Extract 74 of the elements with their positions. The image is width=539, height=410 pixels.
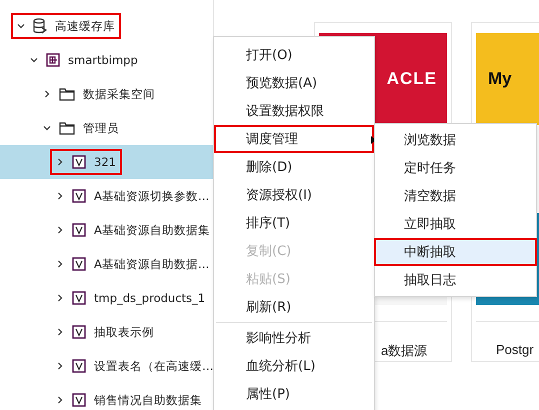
menu-item-label: 属性(P) — [246, 386, 290, 403]
menu-item-label: 粘贴(S) — [246, 271, 290, 288]
view-icon — [72, 223, 86, 237]
chevron-right-icon[interactable] — [56, 260, 64, 268]
menu-item-label: 排序(T) — [246, 215, 290, 232]
card-caption: Postgr — [476, 321, 539, 357]
view-icon — [72, 393, 86, 407]
chevron-right-icon[interactable] — [56, 294, 64, 302]
menu-item[interactable]: 预览数据(A) — [214, 69, 374, 97]
menu-item[interactable]: 排序(T) — [214, 209, 374, 237]
tree-item-label: 数据采集空间 — [83, 86, 155, 102]
chevron-down-icon[interactable] — [17, 22, 25, 30]
view-icon — [72, 155, 86, 169]
menu-item[interactable]: 删除(D) — [214, 153, 374, 181]
chevron-right-icon[interactable] — [56, 192, 64, 200]
chevron-right-icon[interactable] — [56, 328, 64, 336]
chevron-right-icon[interactable] — [43, 90, 51, 98]
tree-item[interactable]: 设置表名（在高速缓… — [0, 349, 213, 383]
menu-item-label: 删除(D) — [246, 159, 292, 176]
menu-item[interactable]: 资源授权(I) — [214, 181, 374, 209]
tree-item-label: 销售情况自助数据集 — [94, 392, 202, 408]
view-icon — [72, 325, 86, 339]
chevron-right-icon[interactable] — [56, 226, 64, 234]
menu-item-label: 预览数据(A) — [246, 75, 318, 92]
tree-item[interactable]: tmp_ds_products_1 — [0, 281, 213, 315]
tree-item[interactable]: A基础资源切换参数… — [0, 179, 213, 213]
tree-item-label: 抽取表示例 — [94, 324, 154, 340]
tree-item[interactable]: 高速缓存库 — [0, 9, 213, 43]
logo-text: My — [488, 69, 512, 89]
tree-item[interactable]: A基础资源自助数据集 — [0, 213, 213, 247]
menu-item[interactable]: 设置数据权限 — [214, 97, 374, 125]
menu-item[interactable]: 打开(O) — [214, 41, 374, 69]
view-icon — [72, 257, 86, 271]
tree-item[interactable]: 数据采集空间 — [0, 77, 213, 111]
view-icon — [72, 189, 86, 203]
chevron-right-icon[interactable] — [56, 158, 64, 166]
tree-item[interactable]: 抽取表示例 — [0, 315, 213, 349]
tree-item-label: A基础资源自助数据集 — [94, 222, 210, 238]
chevron-down-icon[interactable] — [30, 56, 38, 64]
menu-item-label: 血统分析(L) — [246, 358, 316, 375]
tree-item-label: 设置表名（在高速缓… — [94, 358, 213, 374]
view-icon — [72, 359, 86, 373]
tree-item[interactable]: 销售情况自助数据集 — [0, 383, 213, 410]
menu-item-label: 资源授权(I) — [246, 187, 312, 204]
tree-item[interactable]: A基础资源自助数据… — [0, 247, 213, 281]
tree-item-label: A基础资源自助数据… — [94, 256, 210, 272]
tree-item[interactable]: smartbimpp — [0, 43, 213, 77]
tree-item[interactable]: 321 — [0, 145, 213, 179]
menu-item[interactable]: 调度管理 — [214, 125, 374, 153]
menu-item[interactable]: 属性(P) — [214, 380, 374, 408]
database-icon — [33, 18, 47, 34]
menu-item[interactable]: 刷新(R) — [214, 293, 374, 321]
menu-item-label: 设置数据权限 — [246, 103, 324, 120]
grid-icon — [46, 53, 60, 67]
logo-text: ACLE — [386, 69, 437, 89]
chevron-right-icon[interactable] — [56, 362, 64, 370]
menu-item-label: 打开(O) — [246, 47, 292, 64]
menu-item-label: 复制(C) — [246, 243, 292, 260]
tree-item-label: 高速缓存库 — [55, 18, 115, 34]
menu-item-label: 调度管理 — [246, 131, 298, 148]
folder-icon — [59, 88, 75, 100]
chevron-down-icon[interactable] — [43, 124, 51, 132]
tree-item[interactable]: 管理员 — [0, 111, 213, 145]
menu-item[interactable]: 中断抽取 — [374, 238, 537, 266]
menu-item-label: 影响性分析 — [246, 330, 311, 347]
view-icon — [72, 291, 86, 305]
tree-item-label: A基础资源切换参数… — [94, 188, 210, 204]
tree-item-label: 321 — [94, 155, 116, 169]
tree-item-label: smartbimpp — [68, 53, 138, 67]
menu-item-label: 刷新(R) — [246, 299, 292, 316]
tree-item-label: 管理员 — [83, 120, 119, 136]
chevron-right-icon[interactable] — [56, 396, 64, 404]
tree-item-label: tmp_ds_products_1 — [94, 291, 206, 305]
folder-icon — [59, 122, 75, 134]
